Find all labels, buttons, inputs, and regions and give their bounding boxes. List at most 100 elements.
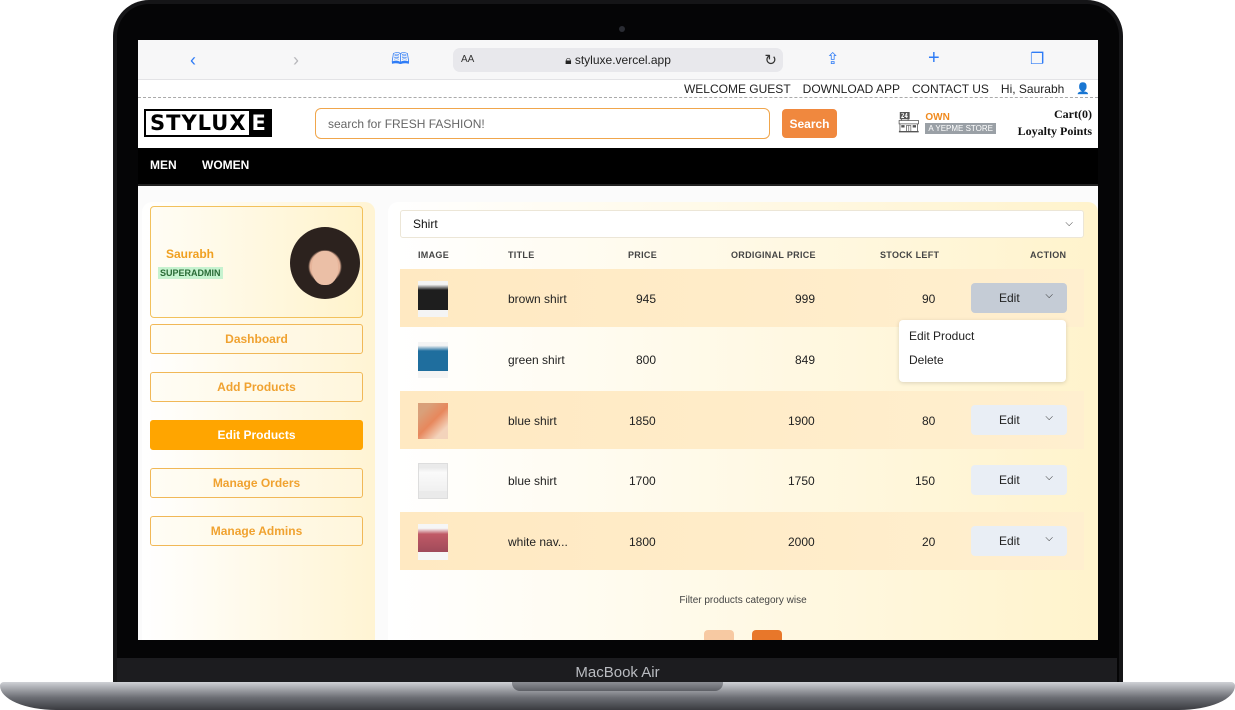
cart-area[interactable]: Cart(0) Loyalty Points	[1018, 106, 1092, 140]
store-own-label: OWN	[925, 111, 950, 123]
header-title: TITLE	[508, 250, 535, 260]
sidebar-item-edit-products[interactable]: Edit Products	[150, 420, 363, 450]
edit-label: Edit	[999, 534, 1020, 548]
chevron-down-icon: ⌵	[1065, 218, 1073, 229]
product-price: 800	[636, 353, 657, 367]
product-title: white nav...	[508, 535, 568, 549]
store-icon: 🏪︎	[896, 112, 922, 134]
table-row: blue shirt 1850 1900 80 Edit ⌵	[400, 391, 1084, 449]
product-original-price: 1900	[788, 414, 815, 428]
chevron-down-icon: ⌵	[1045, 290, 1053, 301]
user-greeting[interactable]: Hi, Saurabh	[1001, 82, 1064, 96]
header-original-price: ORDIGINAL PRICE	[731, 250, 816, 260]
profile-name: Saurabh	[166, 247, 215, 261]
product-original-price: 1750	[788, 474, 815, 488]
products-panel: Shirt ⌵ IMAGE TITLE PRICE ORDIGINAL PRIC…	[388, 202, 1098, 640]
sidebar-item-manage-admins[interactable]: Manage Admins	[150, 516, 363, 546]
chevron-down-icon: ⌵	[1045, 412, 1053, 423]
own-store-link[interactable]: 🏪︎ OWN A YEPME STORE	[896, 110, 997, 135]
product-price: 1700	[629, 474, 656, 488]
laptop-notch	[512, 682, 723, 691]
avatar	[290, 227, 360, 299]
site-logo[interactable]: STYLUX E	[144, 109, 272, 137]
profile-card: Saurabh SUPERADMIN	[150, 206, 363, 318]
table-row: brown shirt 945 999 90 Edit ⌵	[400, 269, 1084, 327]
edit-label: Edit	[999, 413, 1020, 427]
filter-caption: Filter products category wise	[679, 595, 807, 606]
camera-dot	[619, 26, 625, 32]
sidebar-item-manage-orders[interactable]: Manage Orders	[150, 468, 363, 498]
product-price: 1800	[629, 535, 656, 549]
edit-dropdown-button[interactable]: Edit ⌵	[971, 283, 1067, 313]
header-price: PRICE	[628, 250, 658, 260]
product-price: 945	[636, 292, 657, 306]
download-app-link[interactable]: DOWNLOAD APP	[803, 82, 900, 96]
search-placeholder: search for FRESH FASHION!	[328, 116, 485, 131]
category-nav: MEN WOMEN	[138, 148, 1098, 186]
product-thumbnail	[418, 281, 448, 317]
cart-link[interactable]: Cart(0)	[1018, 106, 1092, 123]
lock-icon: 🔒︎	[565, 53, 572, 67]
product-price: 1850	[629, 414, 656, 428]
search-button[interactable]: Search	[782, 109, 837, 138]
edit-label: Edit	[999, 473, 1020, 487]
top-strip: WELCOME GUEST DOWNLOAD APP CONTACT US Hi…	[138, 80, 1098, 98]
product-title: blue shirt	[508, 474, 557, 488]
product-title: brown shirt	[508, 292, 567, 306]
url-display: 🔒︎ styluxe.vercel.app	[453, 53, 783, 68]
bookmarks-icon[interactable]: 🕮	[391, 50, 410, 70]
category-select-value: Shirt	[413, 217, 438, 231]
product-original-price: 849	[795, 353, 816, 367]
loyalty-points-link[interactable]: Loyalty Points	[1018, 123, 1092, 140]
nav-men[interactable]: MEN	[150, 158, 177, 172]
admin-sidebar: Saurabh SUPERADMIN Dashboard Add Product…	[142, 202, 375, 640]
nav-women[interactable]: WOMEN	[202, 158, 249, 172]
edit-label: Edit	[999, 291, 1020, 305]
product-stock: 90	[922, 292, 936, 306]
product-title: blue shirt	[508, 414, 557, 428]
admin-content: Saurabh SUPERADMIN Dashboard Add Product…	[138, 186, 1098, 640]
tabs-icon[interactable]: ❐	[1030, 50, 1044, 70]
product-stock: 80	[922, 414, 936, 428]
search-input[interactable]: search for FRESH FASHION!	[315, 108, 770, 139]
product-original-price: 2000	[788, 535, 815, 549]
sidebar-item-dashboard[interactable]: Dashboard	[150, 324, 363, 354]
menu-item-edit-product[interactable]: Edit Product	[909, 329, 1056, 353]
avatar-face	[312, 251, 338, 285]
site-header: STYLUX E search for FRESH FASHION! Searc…	[138, 98, 1098, 148]
chevron-down-icon: ⌵	[1045, 533, 1053, 544]
reload-icon[interactable]: ↻	[764, 51, 777, 69]
product-stock: 150	[915, 474, 936, 488]
edit-dropdown-button[interactable]: Edit ⌵	[971, 405, 1067, 435]
logo-text: STYLUX	[150, 111, 247, 135]
device-label: MacBook Air	[575, 664, 660, 681]
role-badge: SUPERADMIN	[158, 267, 223, 279]
new-tab-icon[interactable]: +	[928, 48, 940, 68]
header-image: IMAGE	[418, 250, 450, 260]
header-action: ACTION	[1030, 250, 1067, 260]
user-icon[interactable]: 👤	[1076, 82, 1090, 96]
forward-chevron-icon[interactable]: ›	[293, 50, 299, 70]
pagination-button-active[interactable]	[752, 630, 782, 640]
logo-e: E	[248, 111, 270, 135]
back-chevron-icon[interactable]: ‹	[190, 50, 196, 70]
pagination-button[interactable]	[704, 630, 734, 640]
category-select[interactable]: Shirt ⌵	[400, 210, 1084, 238]
product-thumbnail	[418, 342, 448, 378]
sidebar-item-add-products[interactable]: Add Products	[150, 372, 363, 402]
product-stock: 20	[922, 535, 936, 549]
store-name: A YEPME STORE	[925, 122, 997, 134]
contact-us-link[interactable]: CONTACT US	[912, 82, 989, 96]
menu-item-delete[interactable]: Delete	[909, 353, 1056, 377]
edit-dropdown-button[interactable]: Edit ⌵	[971, 465, 1067, 495]
address-bar[interactable]: AA 🔒︎ styluxe.vercel.app ↻	[453, 48, 783, 72]
browser-toolbar: ‹ › 🕮 AA 🔒︎ styluxe.vercel.app ↻ ⇪ + ❐	[138, 40, 1098, 80]
share-icon[interactable]: ⇪	[826, 50, 839, 70]
edit-dropdown-button[interactable]: Edit ⌵	[971, 526, 1067, 556]
product-original-price: 999	[795, 292, 816, 306]
url-text: styluxe.vercel.app	[574, 53, 671, 67]
header-stock-left: STOCK LEFT	[880, 250, 940, 260]
welcome-guest-link[interactable]: WELCOME GUEST	[684, 82, 791, 96]
product-thumbnail	[418, 524, 448, 560]
table-row: white nav... 1800 2000 20 Edit ⌵	[400, 512, 1084, 570]
